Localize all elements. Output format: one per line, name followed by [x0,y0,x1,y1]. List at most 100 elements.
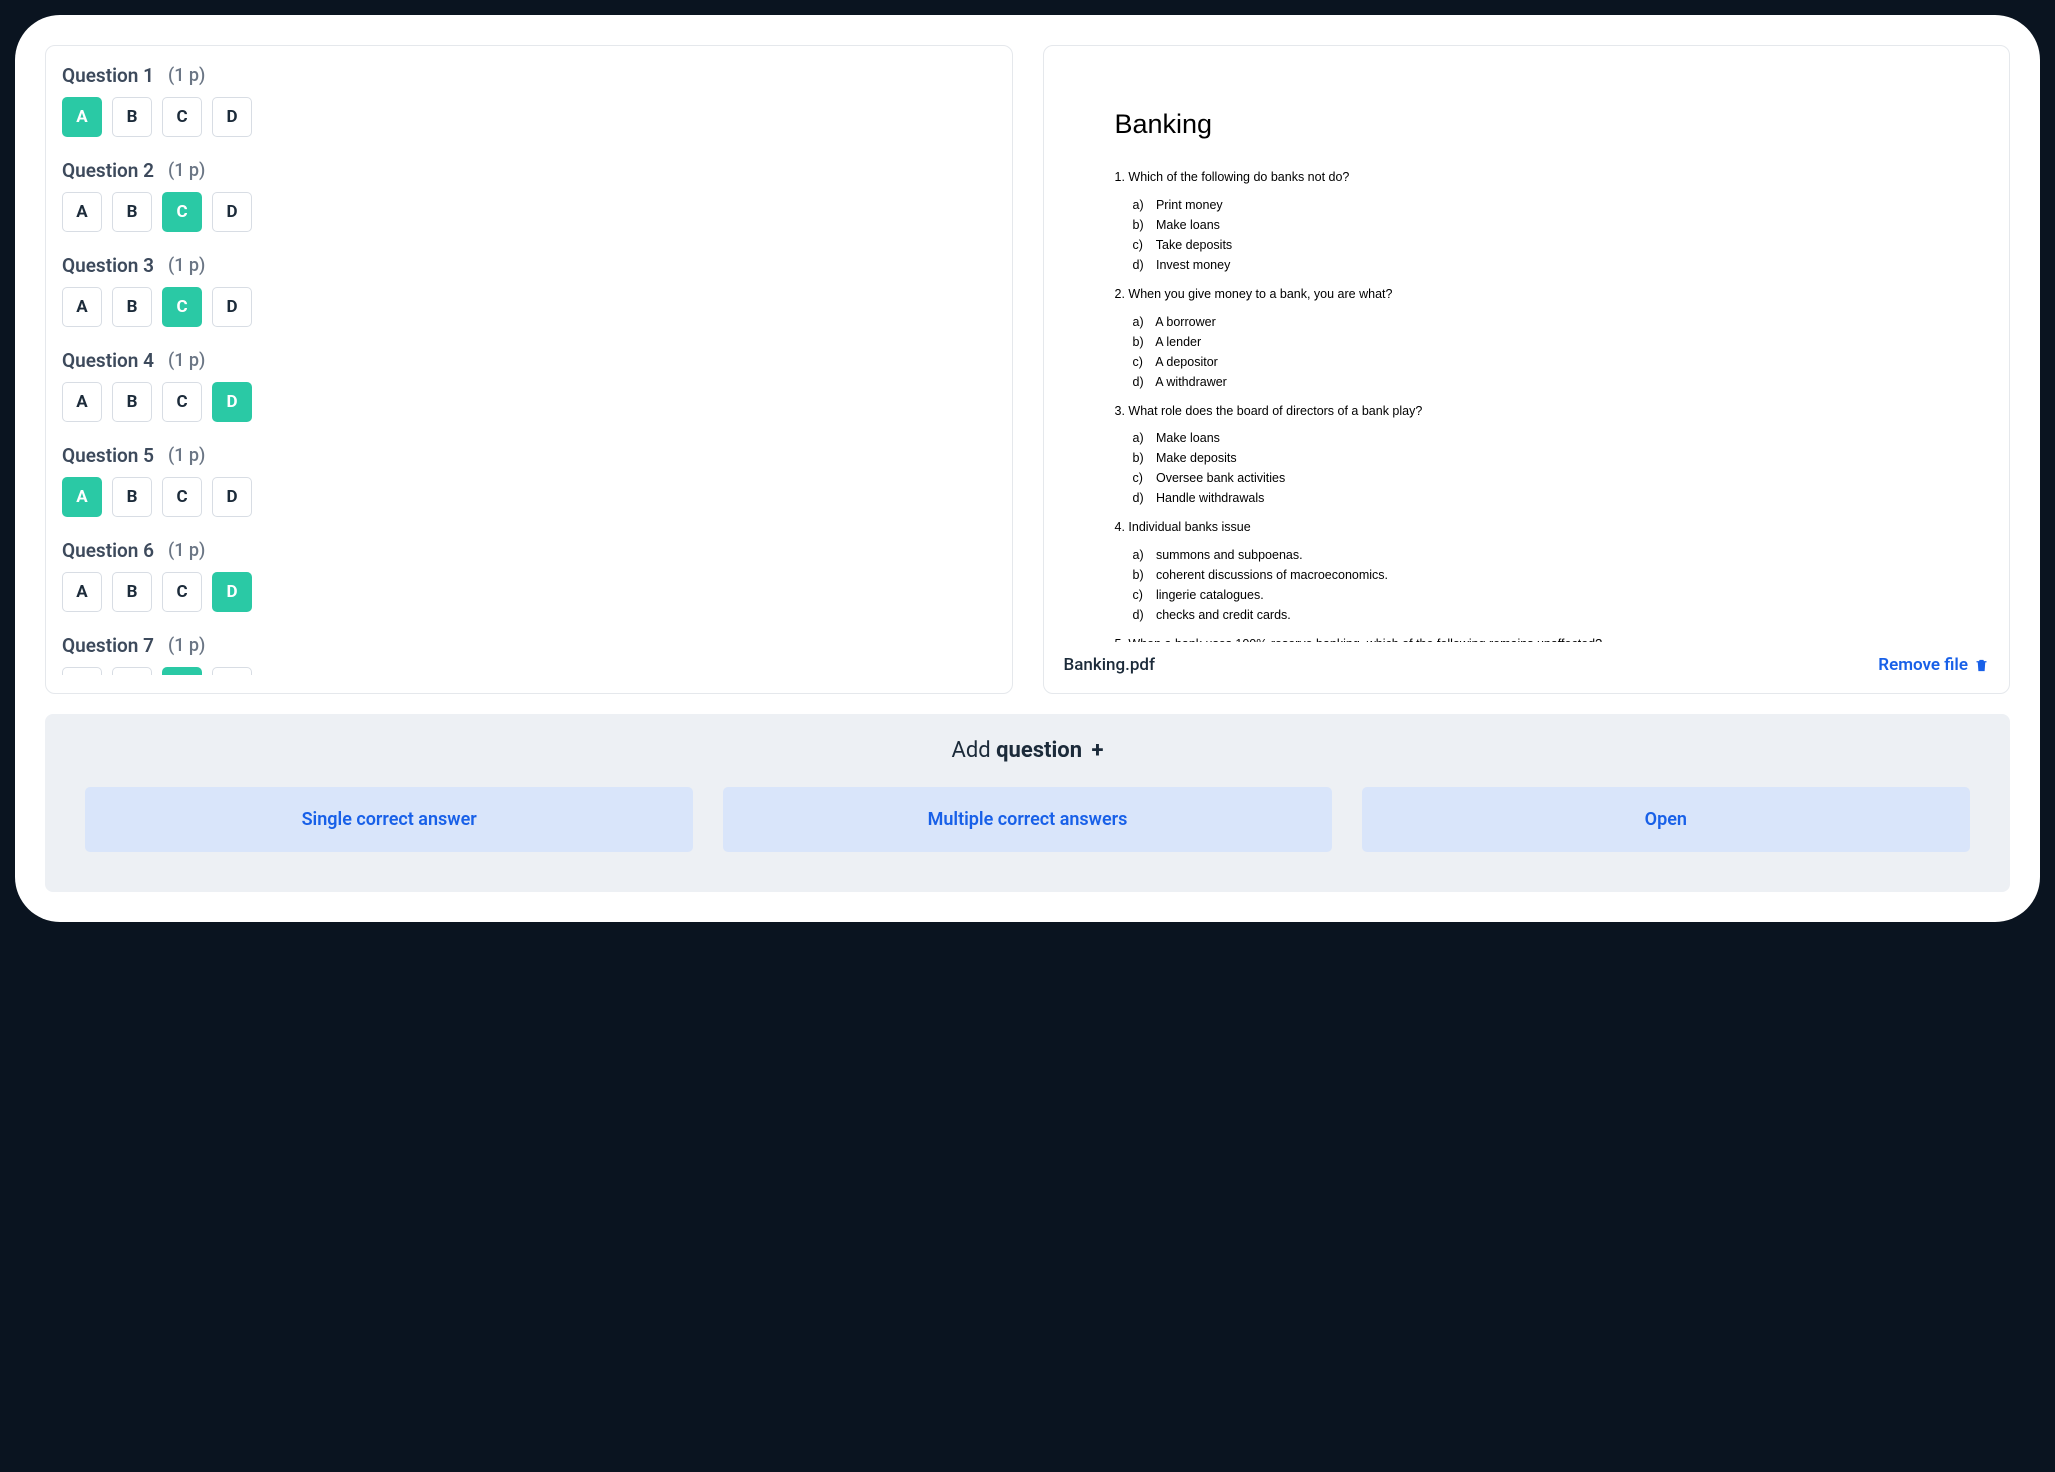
choice-button-a[interactable]: A [62,477,102,517]
add-question-header: Add question + [85,738,1970,763]
choice-button-a[interactable]: A [62,667,102,675]
remove-file-label: Remove file [1878,655,1968,675]
pdf-option: a) Print money [1115,195,1939,215]
pdf-question: 4. Individual banks issue a) summons and … [1115,518,1939,625]
pdf-question-text: 3. What role does the board of directors… [1115,402,1939,421]
pdf-question: 1. Which of the following do banks not d… [1115,168,1939,275]
pdf-scroll[interactable]: Banking 1. Which of the following do ban… [1060,64,1994,642]
pdf-question: 3. What role does the board of directors… [1115,402,1939,509]
choice-button-b[interactable]: B [112,97,152,137]
choice-button-c[interactable]: C [162,97,202,137]
pdf-option: a) A borrower [1115,312,1939,332]
choice-button-d[interactable]: D [212,667,252,675]
pdf-option: c) A depositor [1115,352,1939,372]
pdf-option: b) coherent discussions of macroeconomic… [1115,565,1939,585]
add-question-section: Add question + Single correct answer Mult… [45,714,2010,892]
choice-button-d[interactable]: D [212,572,252,612]
question-points: (1 p) [168,160,205,181]
answer-key-panel: Question 1(1 p)ABCDQuestion 2(1 p)ABCDQu… [45,45,1013,694]
question-type-buttons: Single correct answer Multiple correct an… [85,787,1970,852]
question-type-button[interactable]: Single correct answer [85,787,693,852]
question-header: Question 3(1 p) [62,254,976,277]
choice-row: ABCD [62,192,976,232]
question-block: Question 1 (1 p) ABCD [62,64,976,137]
question-header: Question 1 (1 p) [62,64,976,87]
choice-button-c[interactable]: C [162,572,202,612]
question-header: Question 7 (1 p) [62,634,976,657]
choice-button-b[interactable]: B [112,287,152,327]
question-type-button[interactable]: Multiple correct answers [723,787,1331,852]
pdf-question-text: 1. Which of the following do banks not d… [1115,168,1939,187]
choice-button-b[interactable]: B [112,477,152,517]
question-block: Question 3(1 p) ABCD [62,254,976,327]
pdf-question-text: 5. When a bank uses 100% reserve banking… [1115,635,1939,642]
pdf-option: d) A withdrawer [1115,372,1939,392]
question-header: Question 4 (1 p) [62,349,976,372]
choice-button-d[interactable]: D [212,287,252,327]
question-points: (1 p) [168,255,205,276]
add-question-word: question [996,738,1082,763]
question-block: Question 4 (1 p) ABCD [62,349,976,422]
choice-button-d[interactable]: D [212,477,252,517]
question-header: Question 6(1 p) [62,539,976,562]
pdf-option: d) Invest money [1115,255,1939,275]
pdf-title: Banking [1115,109,1939,140]
pdf-option: b) A lender [1115,332,1939,352]
choice-button-d[interactable]: D [212,192,252,232]
question-label: Question 5 [62,444,154,467]
choice-row: ABCD [62,97,976,137]
choice-button-b[interactable]: B [112,667,152,675]
choice-button-d[interactable]: D [212,382,252,422]
question-header: Question 2 (1 p) [62,159,976,182]
file-name: Banking.pdf [1064,655,1156,675]
pdf-option: a) summons and subpoenas. [1115,545,1939,565]
pdf-option: b) Make deposits [1115,448,1939,468]
question-type-button[interactable]: Open [1362,787,1970,852]
remove-file-button[interactable]: Remove file [1878,655,1989,675]
choice-button-c[interactable]: C [162,287,202,327]
question-label: Question 4 [62,349,154,372]
pdf-question: 5. When a bank uses 100% reserve banking… [1115,635,1939,642]
plus-icon: + [1092,738,1104,763]
question-label: Question 1 [62,64,154,87]
question-points: (1 p) [168,65,205,86]
question-points: (1 p) [168,635,205,656]
pdf-option: c) lingerie catalogues. [1115,585,1939,605]
choice-button-a[interactable]: A [62,287,102,327]
choice-button-a[interactable]: A [62,382,102,422]
trash-icon [1974,657,1989,674]
pdf-option: a) Make loans [1115,428,1939,448]
file-bar: Banking.pdf Remove file [1060,642,1994,675]
question-label: Question 7 [62,634,154,657]
pdf-option: d) checks and credit cards. [1115,605,1939,625]
answer-key-scroll[interactable]: Question 1(1 p)ABCDQuestion 2(1 p)ABCDQu… [62,64,996,675]
add-question-prefix: Add [951,738,996,763]
choice-button-a[interactable]: A [62,192,102,232]
choice-button-a[interactable]: A [62,572,102,612]
question-label: Question 2 [62,159,154,182]
pdf-option: b) Make loans [1115,215,1939,235]
choice-button-d[interactable]: D [212,97,252,137]
document-panel: Banking 1. Which of the following do ban… [1043,45,2011,694]
choice-button-b[interactable]: B [112,572,152,612]
pdf-question: 2. When you give money to a bank, you ar… [1115,285,1939,392]
pdf-question-text: 4. Individual banks issue [1115,518,1939,537]
choice-button-a[interactable]: A [62,97,102,137]
choice-button-c[interactable]: C [162,667,202,675]
question-points: (1 p) [168,350,205,371]
question-label: Question 6 [62,539,154,562]
choice-button-b[interactable]: B [112,382,152,422]
choice-row: ABCD [62,382,976,422]
top-row: Question 1(1 p)ABCDQuestion 2(1 p)ABCDQu… [45,45,2010,694]
question-header: Question 5 (1 p) [62,444,976,467]
pdf-option: c) Take deposits [1115,235,1939,255]
choice-button-c[interactable]: C [162,192,202,232]
question-points: (1 p) [168,445,205,466]
choice-row: ABCD [62,572,976,612]
choice-row: ABCD [62,477,976,517]
choice-button-c[interactable]: C [162,477,202,517]
choice-button-b[interactable]: B [112,192,152,232]
pdf-question-text: 2. When you give money to a bank, you ar… [1115,285,1939,304]
choice-button-c[interactable]: C [162,382,202,422]
choice-row: A B C D [62,667,976,675]
